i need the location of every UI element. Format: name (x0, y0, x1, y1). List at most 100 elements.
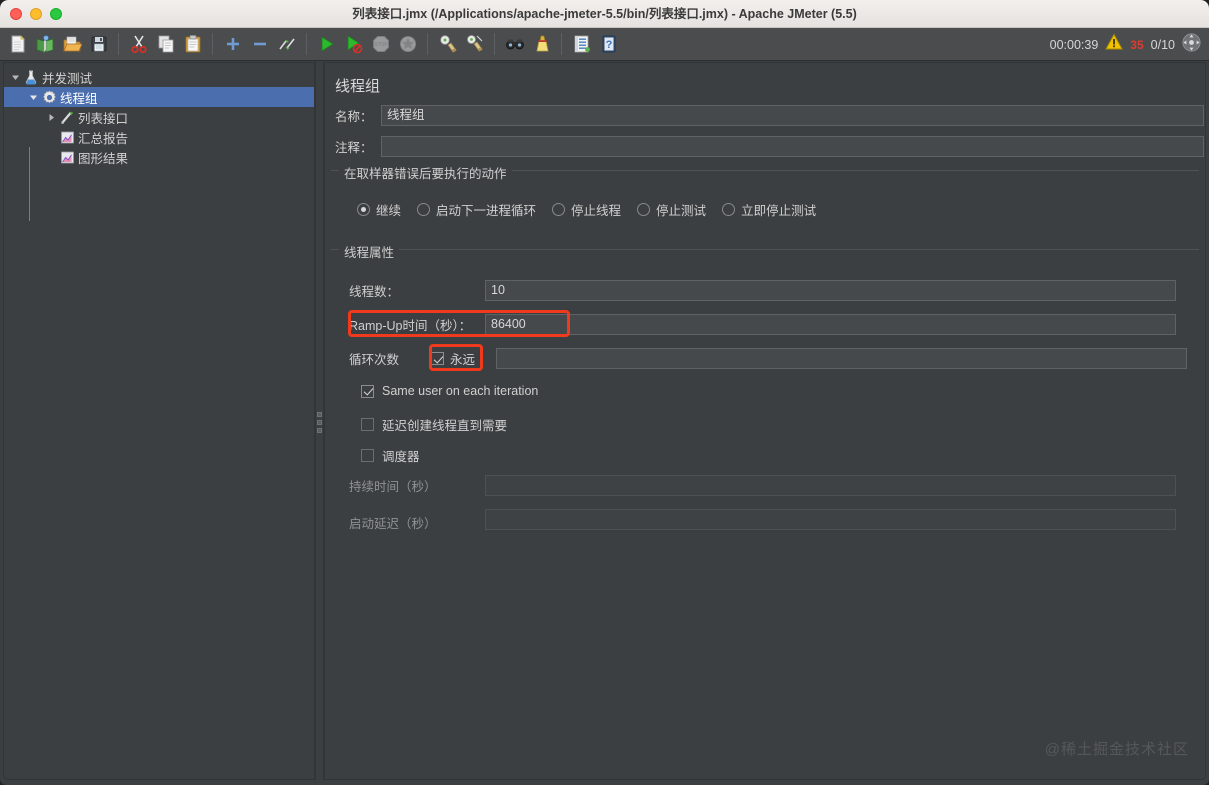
tree-item-graph-results[interactable]: 图形结果 (4, 147, 314, 167)
toolbar-separator (427, 33, 428, 55)
tree-item-test-plan[interactable]: 并发测试 (4, 67, 314, 87)
delayed-thread-creation-row[interactable]: 延迟创建线程直到需要 (361, 415, 507, 434)
watermark: @稀土掘金技术社区 (1045, 738, 1189, 759)
clear-all-icon[interactable] (461, 31, 488, 58)
stop-icon[interactable]: STOP (367, 31, 394, 58)
radio-continue[interactable]: 继续 (357, 200, 401, 219)
activity-icon[interactable] (1182, 33, 1201, 57)
new-icon[interactable] (4, 31, 31, 58)
loop-forever-label: 永远 (450, 349, 496, 368)
tree-item-summary-report[interactable]: 汇总报告 (4, 127, 314, 147)
pane-splitter[interactable] (315, 62, 324, 780)
tree-item-thread-group[interactable]: 线程组 (4, 87, 314, 107)
cut-icon[interactable] (125, 31, 152, 58)
expand-icon[interactable] (219, 31, 246, 58)
jmeter-window: 列表接口.jmx (/Applications/apache-jmeter-5.… (0, 0, 1209, 785)
tree-item-http-sampler[interactable]: 列表接口 (4, 107, 314, 127)
tree-item-label: 汇总报告 (76, 128, 128, 147)
chevron-right-icon[interactable] (44, 113, 58, 122)
clear-icon[interactable] (434, 31, 461, 58)
radio-label: 停止线程 (571, 200, 621, 219)
name-input[interactable]: 线程组 (381, 105, 1204, 126)
elapsed-timer: 00:00:39 (1050, 38, 1099, 52)
radio-indicator[interactable] (722, 203, 735, 216)
loop-count-input[interactable] (496, 348, 1187, 369)
radio-start-next-loop[interactable]: 启动下一进程循环 (417, 200, 536, 219)
thread-count-row: 线程数： 10 (349, 280, 1176, 301)
http-sampler-icon (58, 110, 76, 125)
ramp-up-label: Ramp-Up时间（秒）： (349, 315, 485, 334)
svg-text:?: ? (605, 39, 612, 51)
same-user-row[interactable]: Same user on each iteration (361, 384, 538, 398)
start-icon[interactable] (313, 31, 340, 58)
splitter-handle[interactable] (317, 412, 322, 436)
warning-triangle-icon[interactable] (1105, 33, 1123, 56)
test-plan-icon (22, 70, 40, 85)
same-user-checkbox[interactable] (361, 385, 374, 398)
search-icon[interactable] (501, 31, 528, 58)
copy-icon[interactable] (152, 31, 179, 58)
title-bar: 列表接口.jmx (/Applications/apache-jmeter-5.… (0, 0, 1209, 28)
radio-label: 继续 (376, 200, 401, 219)
error-count: 35 (1130, 38, 1143, 52)
name-row: 名称： 线程组 (335, 105, 1204, 126)
thread-count-input[interactable]: 10 (485, 280, 1176, 301)
radio-label: 停止测试 (656, 200, 706, 219)
radio-indicator[interactable] (417, 203, 430, 216)
startup-delay-row (349, 509, 1176, 530)
save-icon[interactable] (85, 31, 112, 58)
loop-forever-checkbox[interactable] (431, 352, 444, 365)
start-no-pauses-icon[interactable] (340, 31, 367, 58)
paste-icon[interactable] (179, 31, 206, 58)
same-user-label: Same user on each iteration (382, 384, 538, 398)
radio-indicator[interactable] (357, 203, 370, 216)
comment-input[interactable] (381, 136, 1204, 157)
radio-label: 立即停止测试 (741, 200, 816, 219)
toolbar-status: 00:00:39 35 0/10 (1050, 28, 1201, 61)
shutdown-icon[interactable] (394, 31, 421, 58)
ramp-up-input[interactable]: 86400 (485, 314, 1176, 335)
duration-label: 持续时间（秒） (349, 476, 485, 495)
help-icon[interactable]: ? (595, 31, 622, 58)
svg-text:STOP: STOP (374, 42, 388, 48)
tree-item-label: 线程组 (58, 88, 98, 107)
startup-delay-label-text: 启动延迟（秒） (349, 513, 437, 532)
thread-count-label: 线程数： (349, 281, 485, 300)
delayed-thread-creation-label: 延迟创建线程直到需要 (382, 415, 507, 434)
loop-count-row: 循环次数 永远 (349, 348, 1187, 369)
radio-stop-test[interactable]: 停止测试 (637, 200, 706, 219)
templates-icon[interactable] (31, 31, 58, 58)
open-icon[interactable] (58, 31, 85, 58)
chevron-down-icon[interactable] (26, 93, 40, 102)
active-threads-count: 0/10 (1151, 38, 1175, 52)
reset-search-icon[interactable] (528, 31, 555, 58)
toolbar-separator (494, 33, 495, 55)
window-title: 列表接口.jmx (/Applications/apache-jmeter-5.… (0, 0, 1209, 28)
toggle-icon[interactable] (273, 31, 300, 58)
test-plan-tree-panel: 并发测试 线程组 (3, 62, 315, 780)
radio-indicator[interactable] (637, 203, 650, 216)
startup-delay-input[interactable] (485, 509, 1176, 530)
radio-stop-test-now[interactable]: 立即停止测试 (722, 200, 816, 219)
radio-indicator[interactable] (552, 203, 565, 216)
delayed-thread-creation-checkbox[interactable] (361, 418, 374, 431)
radio-stop-thread[interactable]: 停止线程 (552, 200, 621, 219)
summary-report-icon (58, 130, 76, 145)
toolbar-group-run: STOP (309, 28, 425, 61)
scheduler-checkbox[interactable] (361, 449, 374, 462)
thread-group-icon (40, 90, 58, 105)
toolbar-group-search (497, 28, 559, 61)
thread-group-config-panel: 线程组 名称： 线程组 注释： 在取样器错误后要执行的动作 继续 启动下一进程循… (324, 62, 1206, 780)
tree-item-label: 列表接口 (76, 108, 128, 127)
function-helper-icon[interactable] (568, 31, 595, 58)
sampler-error-action-title: 在取样器错误后要执行的动作 (339, 163, 512, 182)
toolbar-group-edit (121, 28, 210, 61)
name-label: 名称： (335, 106, 381, 125)
chevron-down-icon[interactable] (8, 73, 22, 82)
toolbar-separator (561, 33, 562, 55)
collapse-icon[interactable] (246, 31, 273, 58)
scheduler-row[interactable]: 调度器 (361, 446, 420, 465)
toolbar-separator (118, 33, 119, 55)
duration-input[interactable] (485, 475, 1176, 496)
toolbar-separator (212, 33, 213, 55)
